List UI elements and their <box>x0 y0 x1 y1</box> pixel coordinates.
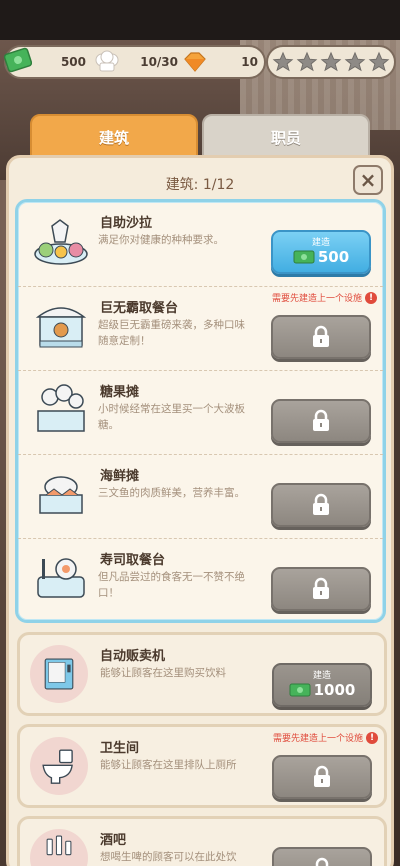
building-group: 自助沙拉满足你对健康的种种要求。 建造 500 需要先建造上一个设施! 巨无霸取餐台超级… <box>15 199 386 623</box>
alert-icon: ! <box>366 731 378 744</box>
tab-building[interactable]: 建筑 <box>30 114 198 160</box>
building-row: 寿司取餐台但凡品尝过的食客无一不赞不绝口！ <box>18 538 383 622</box>
build-price: 500 <box>273 248 369 266</box>
building-row: 海鲜摊三文鱼的肉质鲜美，营养丰富。 <box>18 454 383 538</box>
building-desc: 能够让顾客在这里购买饮料 <box>100 667 226 679</box>
price-value: 1000 <box>313 681 356 699</box>
building-row: 自助沙拉满足你对健康的种种要求。 建造 500 <box>18 202 383 286</box>
price-value: 500 <box>317 248 350 266</box>
lock-icon <box>313 493 329 515</box>
building-icon <box>32 297 90 355</box>
money-counter: 500 <box>4 47 92 77</box>
gem-icon <box>184 52 206 72</box>
building-row: 糖果摊小时候经常在这里买一个大波板糖。 <box>18 370 383 454</box>
building-card: 自动贩卖机能够让顾客在这里购买饮料 建造 1000 <box>17 632 387 716</box>
lock-icon <box>314 765 330 787</box>
sushi-counter-icon <box>37 558 85 598</box>
build-label: 建造 <box>311 238 330 248</box>
chef-value: 10/30 <box>140 55 178 69</box>
build-button[interactable]: 建造 500 <box>271 230 371 274</box>
building-desc: 能够让顾客在这里排队上厕所 <box>100 759 237 771</box>
locked-button[interactable] <box>271 567 371 611</box>
salad-bar-icon <box>34 219 88 265</box>
burger-stand-icon <box>35 307 87 348</box>
building-name: 巨无霸取餐台 <box>100 301 179 316</box>
locked-button[interactable] <box>271 483 371 527</box>
chef-counter: 10/30 <box>94 47 180 77</box>
close-button[interactable]: × <box>353 165 383 195</box>
lock-icon <box>315 857 329 866</box>
requirement-warning: 需要先建造上一个设施! <box>273 731 378 744</box>
building-name: 卫生间 <box>100 741 140 756</box>
building-name: 自动贩卖机 <box>100 649 166 664</box>
warning-text: 需要先建造上一个设施 <box>271 294 362 304</box>
build-price: 1000 <box>274 681 370 699</box>
resource-bar: 500 10/30 10 <box>4 45 266 79</box>
gem-value: 10 <box>241 55 258 69</box>
building-icon <box>32 465 90 523</box>
lock-icon <box>313 325 329 347</box>
requirement-warning: 需要先建造上一个设施! <box>272 291 377 304</box>
star-icon <box>320 51 342 72</box>
star-icon <box>368 51 390 72</box>
tab-staff[interactable]: 职员 <box>202 114 370 160</box>
money-value: 500 <box>60 55 86 69</box>
building-card: 酒吧想喝生啤的顾客可以在此处饮 <box>17 816 387 866</box>
lock-icon <box>313 577 329 599</box>
vending-machine-icon <box>44 658 74 690</box>
alert-icon: ! <box>365 291 377 304</box>
building-icon <box>30 737 88 795</box>
chef-hat-icon <box>95 50 119 72</box>
building-row: 需要先建造上一个设施! 巨无霸取餐台超级巨无霸重磅来袭，多种口味随意定制！ <box>18 286 383 370</box>
building-desc: 想喝生啤的顾客可以在此处饮 <box>100 851 237 863</box>
cash-icon <box>293 250 315 264</box>
build-button[interactable]: 建造 1000 <box>272 663 372 707</box>
building-name: 糖果摊 <box>100 385 140 400</box>
building-icon <box>30 829 88 866</box>
top-bar <box>0 0 400 40</box>
seafood-stall-icon <box>39 476 83 514</box>
locked-button[interactable] <box>271 315 371 359</box>
building-icon <box>32 212 90 270</box>
building-icon <box>30 645 88 703</box>
top-hud: 500 10/30 10 <box>4 45 396 81</box>
cash-icon <box>4 47 32 73</box>
cash-icon <box>289 683 311 697</box>
star-icon <box>296 51 318 72</box>
toilet-icon <box>42 749 73 784</box>
warning-text: 需要先建造上一个设施 <box>272 734 363 744</box>
building-card: 需要先建造上一个设施! 卫生间能够让顾客在这里排队上厕所 <box>17 724 387 808</box>
locked-button[interactable] <box>271 399 371 443</box>
building-desc: 满足你对健康的种种要求。 <box>98 234 224 246</box>
gem-counter: 10 <box>182 47 262 77</box>
building-name: 寿司取餐台 <box>100 553 166 568</box>
star-rating <box>266 45 396 79</box>
building-desc: 超级巨无霸重磅来袭，多种口味随意定制！ <box>98 319 245 347</box>
locked-button[interactable] <box>272 847 372 866</box>
star-icon <box>272 51 294 72</box>
building-name: 海鲜摊 <box>100 469 140 484</box>
build-label: 建造 <box>312 671 331 681</box>
panel-title: 建筑: 1/12 <box>165 177 235 193</box>
building-desc: 但凡品尝过的食客无一不赞不绝口！ <box>98 571 245 599</box>
building-name: 酒吧 <box>100 833 127 848</box>
building-desc: 小时候经常在这里买一个大波板糖。 <box>98 403 245 431</box>
lock-icon <box>313 409 329 431</box>
building-desc: 三文鱼的肉质鲜美，营养丰富。 <box>98 487 245 499</box>
building-panel: 建筑: 1/12 × 自助沙拉 满足你对健康的种种要求。 建造 500 需要先建造上一个… <box>6 155 394 866</box>
building-icon <box>32 549 90 607</box>
candy-stall-icon <box>37 384 85 432</box>
building-icon <box>32 381 90 439</box>
close-icon: × <box>359 168 377 192</box>
building-name: 自助沙拉 <box>100 216 153 231</box>
star-icon <box>344 51 366 72</box>
bar-bottles-icon <box>46 835 72 856</box>
locked-button[interactable] <box>272 755 372 799</box>
